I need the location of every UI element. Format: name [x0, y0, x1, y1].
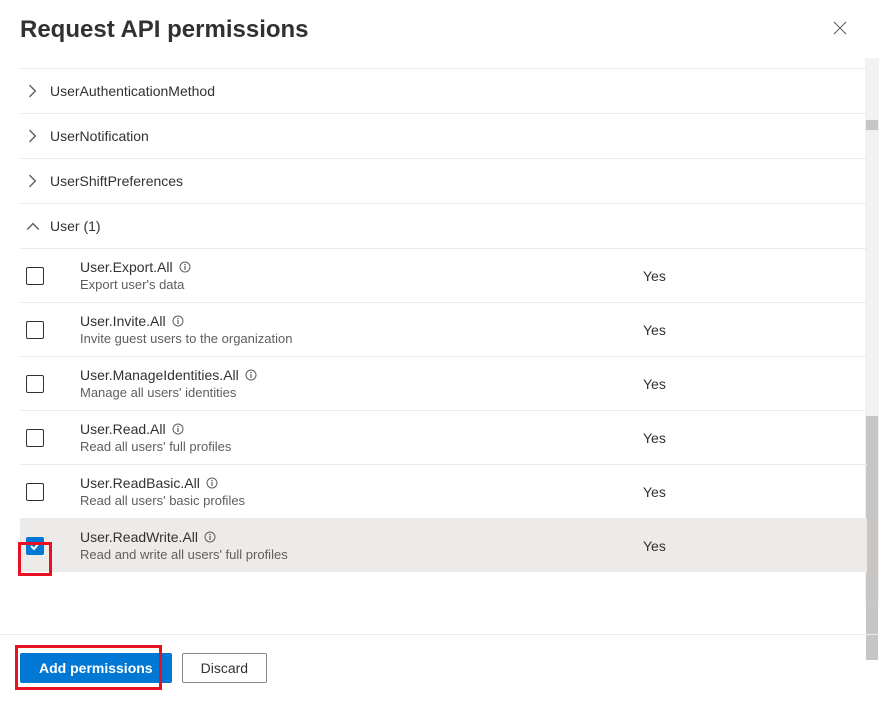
permission-description: Read all users' full profiles [80, 439, 643, 454]
close-icon [833, 21, 847, 35]
admin-consent-value: Yes [643, 538, 863, 554]
discard-button[interactable]: Discard [182, 653, 267, 683]
section-label: User (1) [50, 218, 101, 234]
admin-consent-value: Yes [643, 484, 863, 500]
info-icon[interactable] [179, 261, 191, 273]
chevron-right-icon [26, 129, 40, 143]
permission-name: User.ReadWrite.All [80, 529, 198, 545]
permission-row[interactable]: User.ManageIdentities.All Manage all use… [20, 356, 867, 410]
info-icon[interactable] [172, 315, 184, 327]
permission-checkbox[interactable] [26, 321, 44, 339]
permission-description: Read and write all users' full profiles [80, 547, 643, 562]
section-user-auth-method[interactable]: UserAuthenticationMethod [20, 68, 867, 113]
info-icon[interactable] [172, 423, 184, 435]
permission-description: Export user's data [80, 277, 643, 292]
permission-checkbox[interactable] [26, 429, 44, 447]
info-icon[interactable] [206, 477, 218, 489]
permission-name: User.Export.All [80, 259, 173, 275]
dialog-footer: Add permissions Discard [0, 634, 879, 701]
permission-row[interactable]: User.Invite.All Invite guest users to th… [20, 302, 867, 356]
section-label: UserShiftPreferences [50, 173, 183, 189]
permission-description: Manage all users' identities [80, 385, 643, 400]
chevron-right-icon [26, 174, 40, 188]
chevron-down-icon [26, 219, 40, 233]
permission-name: User.ReadBasic.All [80, 475, 200, 491]
section-user[interactable]: User (1) [20, 203, 867, 248]
permission-row[interactable]: User.ReadBasic.All Read all users' basic… [20, 464, 867, 518]
page-title: Request API permissions [20, 16, 309, 44]
permission-checkbox[interactable] [26, 483, 44, 501]
permission-row[interactable]: User.Export.All Export user's data Yes [20, 248, 867, 302]
section-user-shift-pref[interactable]: UserShiftPreferences [20, 158, 867, 203]
info-icon[interactable] [245, 369, 257, 381]
close-button[interactable] [825, 17, 855, 44]
chevron-right-icon [26, 84, 40, 98]
section-label: UserNotification [50, 128, 149, 144]
permission-checkbox[interactable] [26, 375, 44, 393]
permission-row[interactable]: User.ReadWrite.All Read and write all us… [20, 518, 867, 572]
info-icon[interactable] [204, 531, 216, 543]
permission-name: User.Read.All [80, 421, 166, 437]
permission-checkbox[interactable] [26, 537, 44, 555]
permission-description: Read all users' basic profiles [80, 493, 643, 508]
dialog-header: Request API permissions [0, 0, 879, 68]
admin-consent-value: Yes [643, 376, 863, 392]
admin-consent-value: Yes [643, 430, 863, 446]
permission-description: Invite guest users to the organization [80, 331, 643, 346]
admin-consent-value: Yes [643, 268, 863, 284]
permission-name: User.Invite.All [80, 313, 166, 329]
section-label: UserAuthenticationMethod [50, 83, 215, 99]
admin-consent-value: Yes [643, 322, 863, 338]
permission-row[interactable]: User.Read.All Read all users' full profi… [20, 410, 867, 464]
add-permissions-button[interactable]: Add permissions [20, 653, 172, 683]
section-user-notification[interactable]: UserNotification [20, 113, 867, 158]
permission-checkbox[interactable] [26, 267, 44, 285]
permission-name: User.ManageIdentities.All [80, 367, 239, 383]
